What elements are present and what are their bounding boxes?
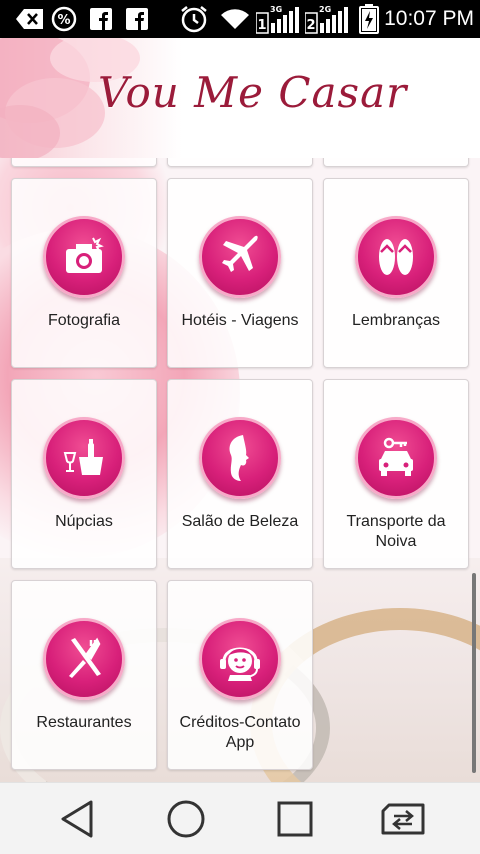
back-arrow-icon (14, 0, 46, 38)
tile-label: Transporte da Noiva (346, 513, 446, 550)
switch-sim-icon[interactable] (375, 797, 431, 841)
signal-2g-icon: 2 2G (305, 0, 351, 38)
tile-label: Fotografia (47, 312, 121, 329)
tile-label: Salão de Beleza (181, 513, 299, 530)
menu-tile-creditos-contato-app[interactable]: Créditos-Contato App (167, 580, 313, 770)
tile-label: Núpcias (55, 513, 113, 530)
badge-3g: 3G (270, 5, 282, 14)
scrollbar[interactable] (472, 573, 476, 773)
app-header: Vou Me Casar (0, 38, 480, 158)
menu-grid: Fotografia Hotéis - Viagens Lembranças N… (0, 158, 480, 782)
woman-profile-icon (199, 417, 281, 499)
home-circle-icon[interactable] (158, 797, 214, 841)
menu-tile-restaurantes[interactable]: Restaurantes (11, 580, 157, 770)
recents-square-icon[interactable] (267, 797, 323, 841)
app-title: Vou Me Casar (98, 68, 408, 117)
menu-tile-nupcias[interactable]: Núpcias (11, 379, 157, 569)
status-time: 10:07 PM (384, 7, 474, 30)
menu-tile-fotografia[interactable]: Fotografia (11, 178, 157, 368)
menu-tile-salao-de-beleza[interactable]: Salão de Beleza (167, 379, 313, 569)
facebook-icon (89, 0, 113, 38)
status-bar: % 1 3G 2 2G 10:07 PM (0, 0, 480, 38)
champagne-icon (43, 417, 125, 499)
menu-tile-partial[interactable] (11, 158, 157, 167)
wifi-icon (218, 0, 252, 38)
sim-2-label: 2 (306, 18, 315, 33)
tile-label: Créditos-Contato App (179, 714, 301, 751)
alarm-icon (178, 0, 210, 38)
back-triangle-icon[interactable] (49, 797, 105, 841)
camera-icon (43, 216, 125, 298)
signal-3g-icon: 1 3G (256, 0, 302, 38)
car-key-icon (355, 417, 437, 499)
menu-tile-partial[interactable] (323, 158, 469, 167)
flip-flops-icon (355, 216, 437, 298)
menu-tile-lembrancas[interactable]: Lembranças (323, 178, 469, 368)
fork-knife-icon (43, 618, 125, 700)
menu-tile-transporte-da-noiva[interactable]: Transporte da Noiva (323, 379, 469, 569)
tile-label: Hotéis - Viagens (181, 312, 299, 329)
menu-tile-partial[interactable] (167, 158, 313, 167)
airplane-icon (199, 216, 281, 298)
support-headset-icon (199, 618, 281, 700)
menu-tile-hoteis-viagens[interactable]: Hotéis - Viagens (167, 178, 313, 368)
badge-2g: 2G (319, 5, 331, 14)
navigation-bar (0, 782, 480, 854)
tile-label: Restaurantes (36, 714, 132, 731)
sim-1-label: 1 (257, 18, 266, 33)
svg-text:%: % (57, 13, 70, 28)
facebook-icon (125, 0, 149, 38)
battery-charging-icon (358, 0, 380, 38)
tile-label: Lembranças (351, 312, 441, 329)
percent-icon: % (50, 0, 78, 38)
